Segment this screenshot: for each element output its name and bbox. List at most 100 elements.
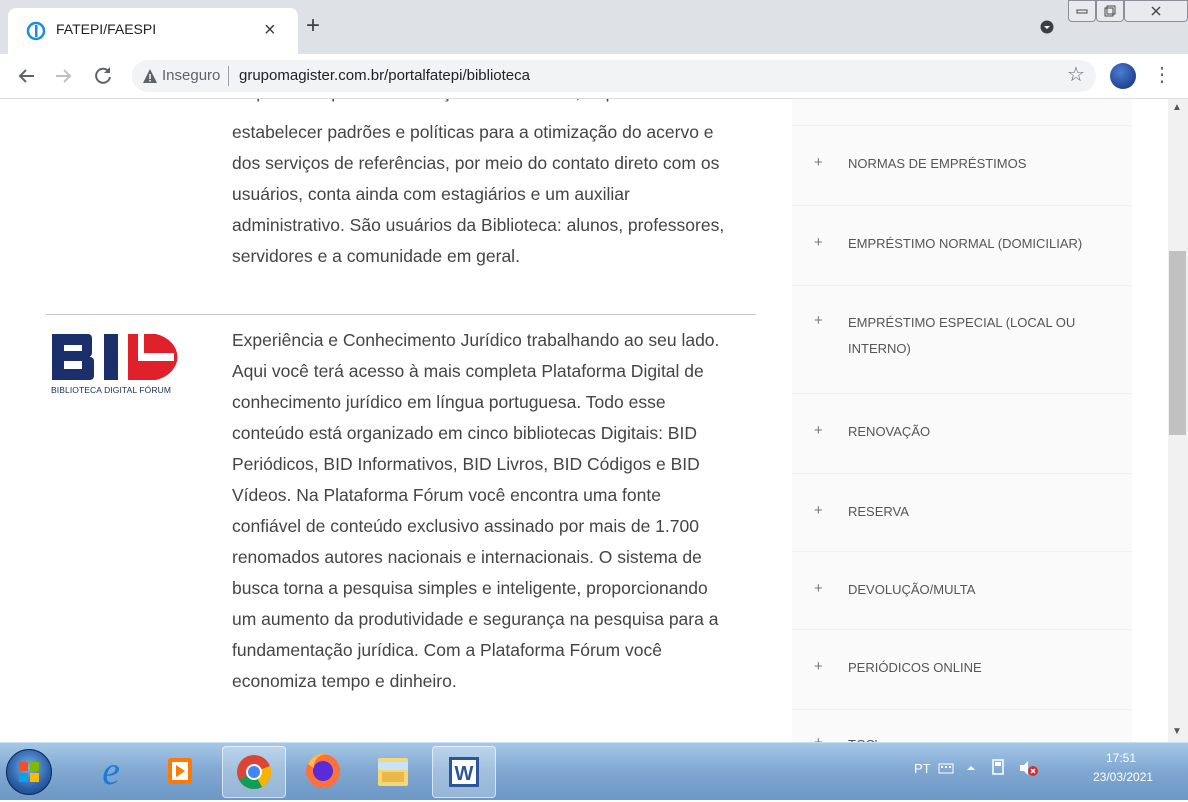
section-divider [46,314,756,315]
text-line: renomados autores nacionais e internacio… [232,547,702,567]
text-line: confiável de conteúdo exclusivo assinado… [232,516,699,536]
windows-logo-icon [19,762,39,782]
scroll-up-arrow-icon[interactable]: ▲ [1172,102,1182,113]
tab-search-icon[interactable] [1040,20,1054,34]
bid-caption: BIBLIOTECA DIGITAL FÓRUM [51,385,172,395]
sidebar-item-label: NORMAS DE EMPRÉSTIMOS [848,156,1027,171]
sidebar-item-label: PERIÓDICOS ONLINE [848,660,982,675]
tab-close-icon[interactable]: × [264,18,276,42]
insecure-label[interactable]: Inseguro [162,67,220,84]
scroll-down-arrow-icon[interactable]: ▼ [1172,726,1182,737]
clipped-text-line: responsável pela coordenação da Bibliote… [232,99,684,108]
text-line: estabelecer padrões e políticas para a o… [232,122,714,142]
text-line: um aumento da produtividade e segurança … [232,609,719,629]
profile-avatar[interactable] [1110,63,1136,89]
chrome-icon [237,755,272,789]
new-tab-button[interactable]: + [306,14,320,38]
bid-description: Experiência e Conhecimento Jurídico trab… [232,325,772,697]
sidebar-item-renovacao[interactable]: + RENOVAÇÃO [792,393,1132,450]
firefox-icon [306,753,340,788]
taskbar-chrome[interactable] [222,746,286,798]
restore-icon [1104,5,1116,17]
plus-icon: + [814,734,823,742]
tab-title: FATEPI/FAESPI [56,21,157,37]
keyboard-icon[interactable] [938,761,954,775]
sidebar-item-reserva[interactable]: + RESERVA [792,473,1132,530]
sidebar-item-tccs[interactable]: + TCC's [792,709,1132,742]
plus-icon: + [814,658,823,675]
url-text[interactable]: grupomagister.com.br/portalfatepi/biblio… [239,67,530,84]
page-viewport: responsável pela coordenação da Bibliote… [0,99,1168,742]
plus-icon: + [814,312,823,329]
taskbar-file-explorer[interactable] [362,746,424,796]
text-line: fundamentação jurídica. Com a Plataforma… [232,640,662,660]
text-line: Vídeos. Na Plataforma Fórum você encontr… [232,485,661,505]
sidebar-item-emprestimo-normal[interactable]: + EMPRÉSTIMO NORMAL (DOMICILIAR) [792,205,1132,262]
plus-icon: + [814,580,823,597]
sidebar-item-label: TCC's [848,732,1118,742]
taskbar-firefox[interactable] [292,746,354,796]
plus-icon: + [814,502,823,519]
text-line: busca torna a pesquisa simples e intelig… [232,578,708,598]
warning-icon [143,69,157,83]
forward-arrow-icon[interactable] [50,63,76,89]
show-hidden-icons-icon[interactable] [966,763,976,773]
taskbar-media-player[interactable] [150,746,212,796]
omnibox-separator [228,66,229,86]
text-line: conhecimento jurídico em língua portugue… [232,392,666,412]
sidebar-item-label: DEVOLUÇÃO/MULTA [848,582,976,597]
media-player-icon [168,758,192,784]
bookmark-star-icon[interactable]: ☆ [1067,63,1085,87]
sidebar-item-normas[interactable]: + NORMAS DE EMPRÉSTIMOS [792,125,1132,182]
word-icon: W [449,757,479,787]
taskbar-ie[interactable]: e [80,746,142,796]
close-window-button[interactable] [1124,0,1188,22]
clock-time[interactable]: 17:51 [1106,751,1136,765]
sidebar-item-emprestimo-especial[interactable]: + EMPRÉSTIMO ESPECIAL (LOCAL OU INTERNO) [792,285,1132,372]
sidebar-item-periodicos[interactable]: + PERIÓDICOS ONLINE [792,629,1132,686]
reload-icon[interactable] [90,63,116,89]
text-line: Experiência e Conhecimento Jurídico trab… [232,330,720,350]
windows-taskbar: e W PT [0,742,1188,800]
start-button[interactable] [6,749,52,795]
svg-text:W: W [455,763,474,785]
close-icon [1151,6,1161,16]
scroll-thumb[interactable] [1169,251,1186,435]
sidebar-item-devolucao[interactable]: + DEVOLUÇÃO/MULTA [792,551,1132,608]
clock-date[interactable]: 23/03/2021 [1093,770,1153,784]
intro-paragraph: estabelecer padrões e políticas para a o… [232,117,772,272]
maximize-button[interactable] [1096,0,1124,22]
browser-tab[interactable]: FATEPI/FAESPI × [8,8,298,54]
browser-toolbar: Inseguro grupomagister.com.br/portalfate… [0,54,1188,99]
address-bar[interactable]: Inseguro grupomagister.com.br/portalfate… [132,60,1096,92]
back-arrow-icon[interactable] [14,63,40,89]
page-scrollbar[interactable]: ▲ ▼ [1168,99,1188,742]
volume-muted-icon[interactable] [1018,759,1038,777]
sidebar-item-label: RESERVA [848,504,909,519]
language-indicator[interactable]: PT [914,761,931,776]
sidebar-item-label: EMPRÉSTIMO NORMAL (DOMICILIAR) [848,236,1083,251]
taskbar-word[interactable]: W [432,746,496,798]
sidebar-menu: + NORMAS DE EMPRÉSTIMOS + EMPRÉSTIMO NOR… [792,99,1132,742]
svg-text:e: e [102,748,120,793]
sidebar-item-label: EMPRÉSTIMO ESPECIAL (LOCAL OU INTERNO) [848,315,1076,356]
text-line: Periódicos, BID Informativos, BID Livros… [232,454,700,474]
internet-explorer-icon: e [102,748,120,793]
plus-icon: + [814,154,823,171]
text-line: conteúdo está organizado em cinco biblio… [232,423,697,443]
minimize-button[interactable] [1068,0,1096,22]
text-line: Aqui você terá acesso à mais completa Pl… [232,361,704,381]
tab-strip: FATEPI/FAESPI × + [0,0,1188,54]
text-line: administrativo. São usuários da Bibliote… [232,215,725,235]
site-favicon-icon [26,21,46,41]
text-line: economiza tempo e dinheiro. [232,671,457,691]
window-controls [1068,0,1188,22]
plus-icon: + [814,234,823,251]
device-icon[interactable] [990,759,1006,777]
minimize-icon [1076,9,1088,14]
plus-icon: + [814,422,823,439]
text-line: servidores e a comunidade em geral. [232,246,520,266]
menu-dots-icon[interactable]: ⋮ [1152,63,1172,87]
text-line: dos serviços de referências, por meio do… [232,153,720,173]
sidebar-item-label: RENOVAÇÃO [848,424,931,439]
